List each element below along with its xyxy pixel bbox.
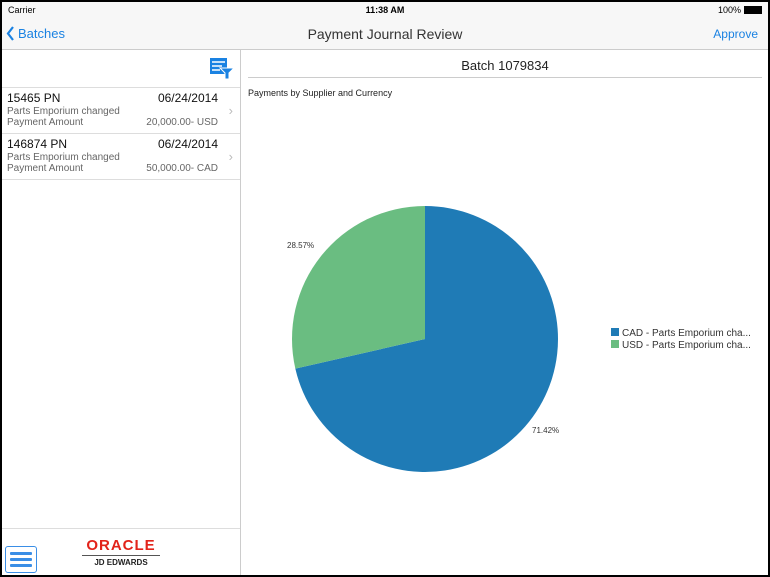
amount-label: Payment Amount (7, 117, 84, 128)
list-item[interactable]: 146874 PN 06/24/2014 Parts Emporium chang… (2, 134, 240, 180)
footer: ORACLE JD EDWARDS (2, 528, 240, 575)
payment-amount: 20,000.00- USD (146, 117, 218, 128)
payment-date: 06/24/2014 (157, 137, 218, 151)
page-title: Payment Journal Review (307, 25, 463, 42)
oracle-jd-edwards-logo: ORACLE JD EDWARDS (82, 537, 160, 567)
amount-label: Payment Amount (7, 163, 84, 174)
filter-bar (2, 50, 240, 88)
list-item[interactable]: 15465 PN 06/24/2014 Parts Emporium change… (2, 88, 240, 134)
payment-amount: 50,000.00- CAD (146, 163, 218, 174)
payment-id: 146874 PN (7, 137, 68, 151)
payment-id: 15465 PN (7, 91, 61, 105)
payment-desc: Parts Emporium changed (7, 106, 120, 117)
approve-button[interactable]: Approve (713, 27, 758, 41)
chevron-right-icon: › (228, 103, 233, 118)
detail-panel: Batch 1079834 Payments by Supplier and C… (242, 50, 768, 575)
status-bar: Carrier 11:38 AM 100% (2, 2, 768, 18)
nav-bar: Batches Payment Journal Review Approve (2, 18, 768, 50)
filter-icon[interactable] (210, 58, 234, 80)
legend-swatch (611, 328, 619, 336)
legend-swatch (611, 340, 619, 348)
pie-chart: 71.42% CAD - Parts Emporium cha... 28.57% U… (287, 206, 751, 472)
slice-label: 71.42% (532, 426, 559, 435)
legend-label: USD - Parts Emporium cha... (622, 340, 751, 351)
clock: 11:38 AM (365, 5, 405, 15)
payment-date: 06/24/2014 (157, 91, 218, 105)
payment-desc: Parts Emporium changed (7, 152, 120, 163)
legend-label: CAD - Parts Emporium cha... (622, 328, 751, 339)
app: Carrier 11:38 AM 100% Batches Payment Jo… (2, 2, 768, 575)
chevron-right-icon: › (228, 149, 233, 164)
menu-button[interactable] (5, 546, 37, 573)
slice-label: 28.57% (287, 241, 314, 250)
payment-list-panel: 15465 PN 06/24/2014 Parts Emporium change… (2, 50, 241, 575)
